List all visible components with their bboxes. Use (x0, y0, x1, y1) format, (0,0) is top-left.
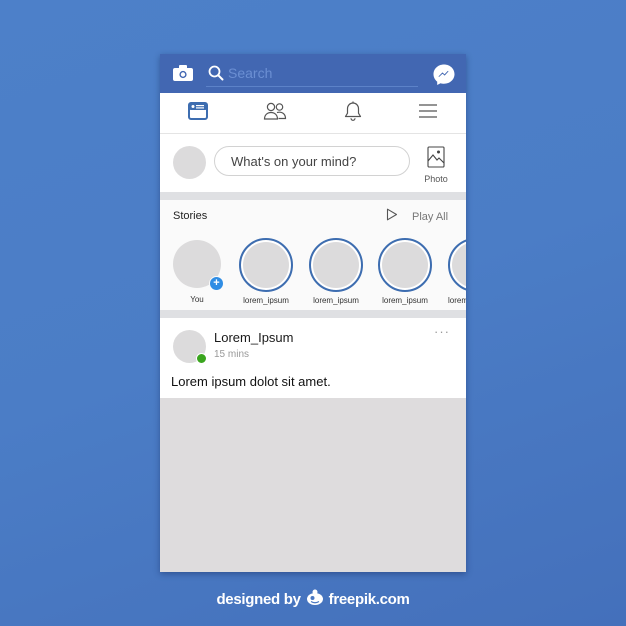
post-author-name[interactable]: Lorem_Ipsum (214, 330, 293, 345)
credit-prefix: designed by (216, 590, 301, 608)
tab-news-feed[interactable] (173, 93, 223, 133)
story-item-own[interactable]: + You (166, 240, 228, 304)
stories-section: Stories Play All + You lorem_ipsum lorem… (160, 200, 466, 310)
story-avatar (309, 238, 363, 292)
play-all-label: Play All (412, 211, 449, 223)
story-label: lorem_ipsum (313, 296, 359, 305)
freepik-credit: designed by freepik.com (0, 588, 626, 610)
credit-brand: freepik.com (328, 590, 410, 608)
tab-friends[interactable] (250, 93, 300, 133)
phone-mockup: What's on your mind? Photo Stories Play … (160, 54, 466, 572)
story-avatar (378, 238, 432, 292)
post-text: Lorem ipsum dolot sit amet. (171, 374, 331, 389)
messenger-icon[interactable] (432, 63, 456, 92)
top-bar (160, 54, 466, 93)
photo-button[interactable]: Photo (420, 146, 452, 184)
photo-label: Photo (424, 174, 448, 184)
online-status-icon (196, 353, 207, 364)
nav-bar (160, 93, 466, 134)
section-divider (160, 192, 466, 200)
search-bar (206, 62, 418, 87)
camera-icon[interactable] (172, 64, 194, 87)
friends-icon (263, 102, 287, 125)
story-item[interactable]: lorem_ipsum (374, 238, 436, 305)
story-item[interactable]: lorem_ipsum (235, 238, 297, 305)
whats-on-your-mind-input[interactable]: What's on your mind? (214, 146, 410, 176)
tab-menu[interactable] (403, 93, 453, 133)
play-all-button[interactable]: Play All (386, 208, 448, 226)
news-feed-icon (188, 101, 208, 125)
post-image-placeholder[interactable] (160, 398, 466, 572)
feed-post: Lorem_Ipsum 15 mins ··· Lorem ipsum dolo… (160, 318, 466, 398)
post-timestamp: 15 mins (214, 349, 250, 360)
freepik-logo-icon (305, 588, 325, 610)
search-input[interactable] (228, 63, 413, 83)
story-avatar (239, 238, 293, 292)
story-label: lorem_ipsum (448, 296, 466, 305)
story-item[interactable]: lorem_ipsum (444, 238, 466, 305)
composer-placeholder: What's on your mind? (231, 153, 357, 169)
tab-notifications[interactable] (328, 93, 378, 133)
story-label: You (190, 295, 204, 304)
play-icon (386, 208, 398, 226)
story-label: lorem_ipsum (243, 296, 289, 305)
post-composer: What's on your mind? Photo (160, 134, 466, 192)
story-label: lorem_ipsum (382, 296, 428, 305)
section-divider (160, 310, 466, 318)
photo-icon (427, 146, 445, 172)
post-author-avatar[interactable] (173, 330, 207, 364)
user-avatar (173, 146, 206, 179)
add-story-icon[interactable]: + (209, 276, 224, 291)
story-avatar (448, 238, 466, 292)
story-item[interactable]: lorem_ipsum (305, 238, 367, 305)
hamburger-menu-icon (418, 103, 438, 124)
story-avatar: + (173, 240, 224, 291)
stories-title: Stories (173, 210, 208, 222)
more-options-icon[interactable]: ··· (434, 324, 450, 339)
search-icon (208, 65, 224, 86)
bell-icon (343, 101, 363, 126)
